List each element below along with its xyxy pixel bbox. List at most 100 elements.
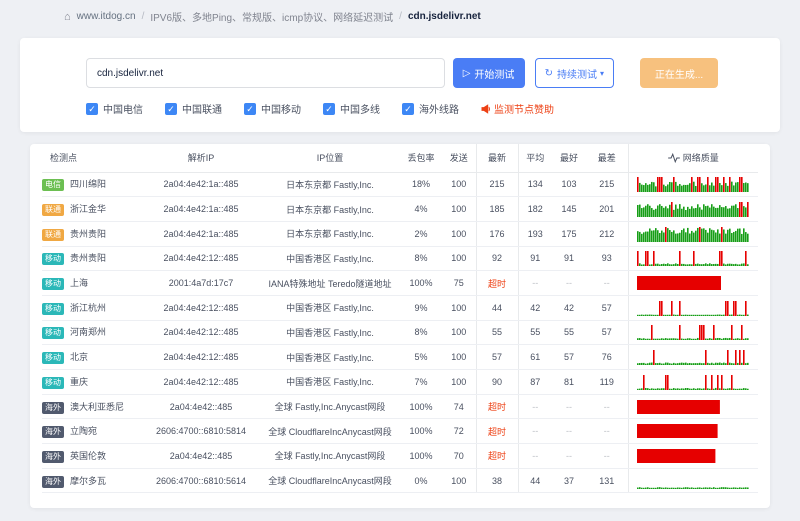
isp-checkbox-2[interactable]: ✓中国移动 (244, 101, 301, 116)
header-ip-location: IP位置 (260, 144, 400, 172)
isp-badge: 海外 (42, 426, 64, 438)
cell-latest: 超时 (476, 394, 518, 419)
cell-network-quality (628, 468, 758, 493)
isp-checkbox-3[interactable]: ✓中国多线 (323, 101, 380, 116)
start-test-button[interactable]: ▷ 开始测试 (453, 58, 525, 88)
quality-chart (637, 473, 749, 489)
caret-down-icon: ▾ (600, 69, 604, 78)
table-header-row: 检测点 解析IP IP位置 丢包率 发送 最新 平均 最好 最差 网络质量 (42, 144, 758, 172)
table-row: 海外立陶宛2606:4700::6810:5814全球 CloudflareIn… (42, 419, 758, 444)
cell-sent: 100 (442, 468, 476, 493)
cell-loss-rate: 100% (400, 444, 442, 469)
cell-loss-rate: 4% (400, 197, 442, 222)
cell-sent: 100 (442, 221, 476, 246)
cell-loss-rate: 100% (400, 271, 442, 296)
cell-loss-rate: 8% (400, 246, 442, 271)
node-location: 浙江金华 (70, 204, 106, 214)
cell-worst: 201 (586, 197, 628, 222)
cell-network-quality (628, 221, 758, 246)
cell-resolved-ip: 2a04:4e42:1a::485 (142, 197, 260, 222)
cell-ip-location: 全球 CloudflareIncAnycast网段 (260, 419, 400, 444)
isp-checkbox-0[interactable]: ✓中国电信 (86, 101, 143, 116)
cell-worst: 131 (586, 468, 628, 493)
cell-latest: 38 (476, 468, 518, 493)
cell-node: 联通浙江金华 (42, 197, 142, 222)
cell-ip-location: 中国香港区 Fastly,Inc. (260, 370, 400, 395)
generating-status-button[interactable]: 正在生成... (640, 58, 718, 88)
cell-node: 移动贵州贵阳 (42, 246, 142, 271)
node-location: 贵州贵阳 (70, 229, 106, 239)
header-network-quality: 网络质量 (628, 144, 758, 172)
cell-latest: 90 (476, 370, 518, 395)
isp-badge: 电信 (42, 179, 64, 191)
isp-checkbox-label: 中国移动 (261, 101, 301, 116)
cell-resolved-ip: 2a04:4e42:12::485 (142, 370, 260, 395)
sponsor-link[interactable]: 监测节点赞助 (481, 101, 554, 116)
cell-node: 海外澳大利亚悉尼 (42, 394, 142, 419)
breadcrumb-site-link[interactable]: www.itdog.cn (77, 11, 136, 22)
table-row: 移动浙江杭州2a04:4e42:12::485中国香港区 Fastly,Inc.… (42, 295, 758, 320)
quality-chart (637, 201, 749, 217)
cell-loss-rate: 9% (400, 295, 442, 320)
megaphone-icon (481, 104, 491, 114)
isp-checkbox-4[interactable]: ✓海外线路 (402, 101, 459, 116)
table-row: 移动河南郑州2a04:4e42:12::485中国香港区 Fastly,Inc.… (42, 320, 758, 345)
quality-chart (637, 300, 749, 316)
generating-status-label: 正在生成... (655, 66, 703, 81)
pulse-icon (668, 153, 680, 163)
quality-chart (637, 226, 749, 242)
cell-resolved-ip: 2a04:4e42:12::485 (142, 345, 260, 370)
cell-latest: 57 (476, 345, 518, 370)
breadcrumb-category-link[interactable]: IPV6版、多地Ping、常规版、icmp协议、网络延迟测试 (150, 9, 393, 24)
cell-loss-rate: 8% (400, 320, 442, 345)
cell-sent: 100 (442, 320, 476, 345)
cell-network-quality (628, 320, 758, 345)
isp-checkbox-1[interactable]: ✓中国联通 (165, 101, 222, 116)
table-row: 海外摩尔多瓦2606:4700::6810:5614全球 CloudflareI… (42, 468, 758, 493)
cell-network-quality (628, 419, 758, 444)
isp-checkbox-group: ✓中国电信✓中国联通✓中国移动✓中国多线✓海外线路 (86, 101, 481, 116)
cell-sent: 100 (442, 197, 476, 222)
cell-latest: 44 (476, 295, 518, 320)
table-row: 移动上海2001:4a7d:17c7IANA特殊地址 Teredo隧道地址100… (42, 271, 758, 296)
cell-resolved-ip: 2a04:4e42:12::485 (142, 295, 260, 320)
isp-badge: 移动 (42, 278, 64, 290)
cell-network-quality (628, 394, 758, 419)
node-location: 北京 (70, 352, 88, 362)
quality-chart (637, 250, 749, 266)
target-host-input[interactable] (86, 58, 445, 88)
cell-worst: 93 (586, 246, 628, 271)
cell-resolved-ip: 2a04:4e42:1a::485 (142, 221, 260, 246)
cell-average: 44 (518, 468, 552, 493)
cell-loss-rate: 7% (400, 370, 442, 395)
table-row: 移动重庆2a04:4e42:12::485中国香港区 Fastly,Inc.7%… (42, 370, 758, 395)
node-location: 河南郑州 (70, 327, 106, 337)
breadcrumb-separator: / (399, 11, 402, 22)
cell-node: 海外立陶宛 (42, 419, 142, 444)
isp-checkbox-label: 中国联通 (182, 101, 222, 116)
breadcrumb-current: cdn.jsdelivr.net (408, 11, 481, 22)
cell-resolved-ip: 2a04:4e42::485 (142, 444, 260, 469)
quality-chart (637, 275, 749, 291)
cell-loss-rate: 2% (400, 221, 442, 246)
sponsor-link-label: 监测节点赞助 (494, 101, 554, 116)
cell-latest: 215 (476, 172, 518, 197)
continuous-test-button[interactable]: ↻ 持续测试 ▾ (535, 58, 614, 88)
continuous-test-label: 持续测试 (557, 66, 597, 81)
checkbox-check-icon: ✓ (323, 103, 335, 115)
cell-sent: 70 (442, 444, 476, 469)
table-row: 电信四川绵阳2a04:4e42:1a::485日本东京都 Fastly,Inc.… (42, 172, 758, 197)
cell-node: 移动浙江杭州 (42, 295, 142, 320)
cell-loss-rate: 18% (400, 172, 442, 197)
cell-average: 42 (518, 295, 552, 320)
cell-network-quality (628, 345, 758, 370)
results-table: 检测点 解析IP IP位置 丢包率 发送 最新 平均 最好 最差 网络质量 (42, 144, 758, 493)
isp-checkbox-label: 海外线路 (419, 101, 459, 116)
cell-best: 57 (552, 345, 586, 370)
breadcrumb: ⌂ www.itdog.cn / IPV6版、多地Ping、常规版、icmp协议… (64, 9, 481, 24)
cell-resolved-ip: 2a04:4e42:12::485 (142, 246, 260, 271)
cell-sent: 100 (442, 172, 476, 197)
cell-worst: -- (586, 419, 628, 444)
isp-badge: 海外 (42, 451, 64, 463)
start-test-label: 开始测试 (474, 66, 514, 81)
